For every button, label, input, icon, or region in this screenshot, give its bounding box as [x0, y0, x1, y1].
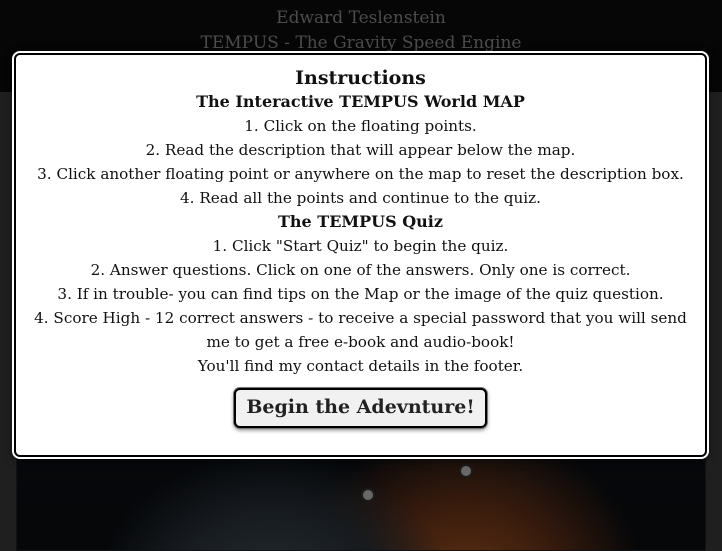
quiz-step: 3. If in trouble- you can find tips on t… [57, 285, 664, 303]
quiz-step: 2. Answer questions. Click on one of the… [90, 261, 631, 279]
contact-note: You'll find my contact details in the fo… [197, 357, 524, 375]
map-step: 4. Read all the points and continue to t… [180, 189, 541, 207]
map-step: 2. Read the description that will appear… [145, 141, 576, 159]
map-step: 3. Click another floating point or anywh… [37, 165, 684, 183]
quiz-section-heading: The TEMPUS Quiz [278, 212, 443, 231]
quiz-step: 4. Score High - 12 correct answers - to … [34, 309, 687, 351]
quiz-step: 1. Click "Start Quiz" to begin the quiz. [212, 237, 509, 255]
map-step: 1. Click on the floating points. [244, 117, 477, 135]
map-section-heading: The Interactive TEMPUS World MAP [196, 92, 525, 111]
instructions-modal: Instructions The Interactive TEMPUS Worl… [14, 53, 707, 457]
begin-adventure-button[interactable]: Begin the Adevnture! [234, 388, 487, 428]
modal-title: Instructions [295, 67, 426, 89]
